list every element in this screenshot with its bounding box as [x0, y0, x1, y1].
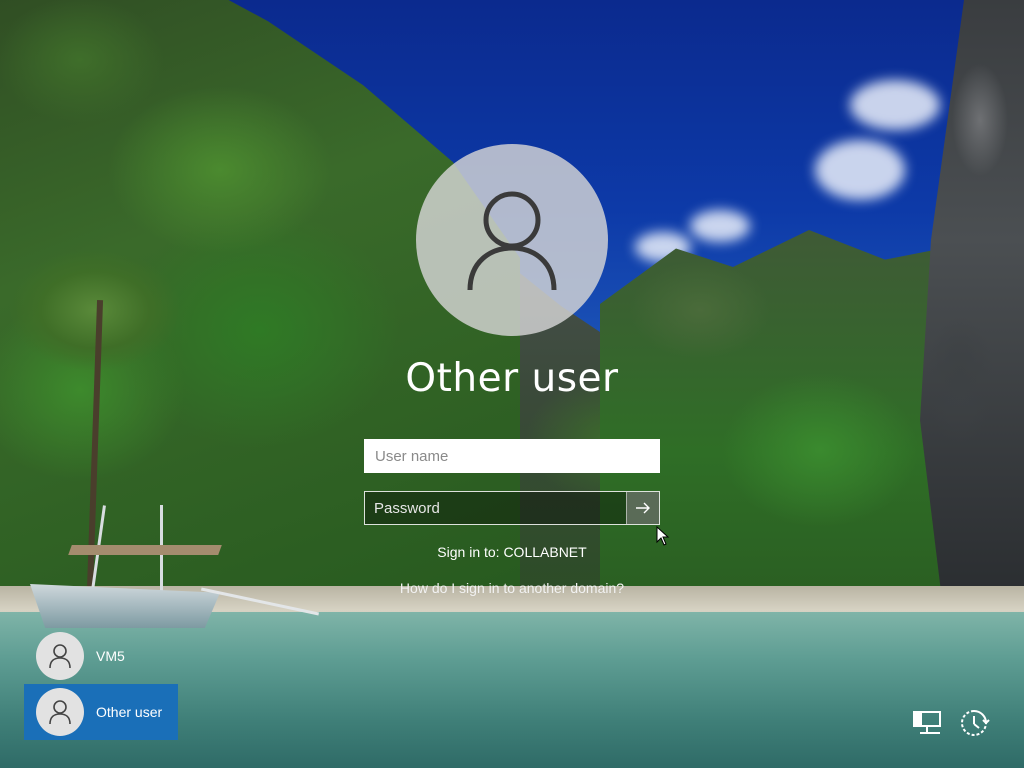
mouse-cursor-icon	[656, 526, 670, 546]
username-field-container	[364, 439, 660, 473]
other-domain-link[interactable]: How do I sign in to another domain?	[0, 580, 1024, 596]
arrow-right-icon	[636, 502, 651, 514]
ease-of-access-icon	[961, 710, 990, 736]
user-silhouette-icon	[49, 700, 71, 725]
cloud	[690, 210, 750, 242]
cloud	[815, 140, 905, 200]
cloud	[850, 80, 940, 130]
user-avatar-large	[416, 144, 608, 336]
user-silhouette-icon	[49, 644, 71, 669]
avatar	[36, 688, 84, 736]
ease-of-access-button[interactable]	[957, 706, 991, 740]
user-tile-label: Other user	[96, 704, 163, 720]
password-field-container	[364, 491, 660, 525]
user-tile-label: VM5	[96, 648, 125, 664]
page-title: Other user	[405, 356, 619, 401]
user-tile-vm5[interactable]: VM5	[24, 628, 178, 684]
network-icon	[913, 711, 941, 734]
sign-in-domain-text: Sign in to: COLLABNET	[437, 544, 587, 560]
username-input[interactable]	[366, 441, 658, 471]
network-button[interactable]	[910, 706, 944, 740]
user-silhouette-icon	[467, 191, 557, 291]
avatar	[36, 632, 84, 680]
user-tile-other-user[interactable]: Other user	[24, 684, 178, 740]
password-input[interactable]	[365, 492, 627, 524]
submit-button[interactable]	[626, 492, 659, 524]
